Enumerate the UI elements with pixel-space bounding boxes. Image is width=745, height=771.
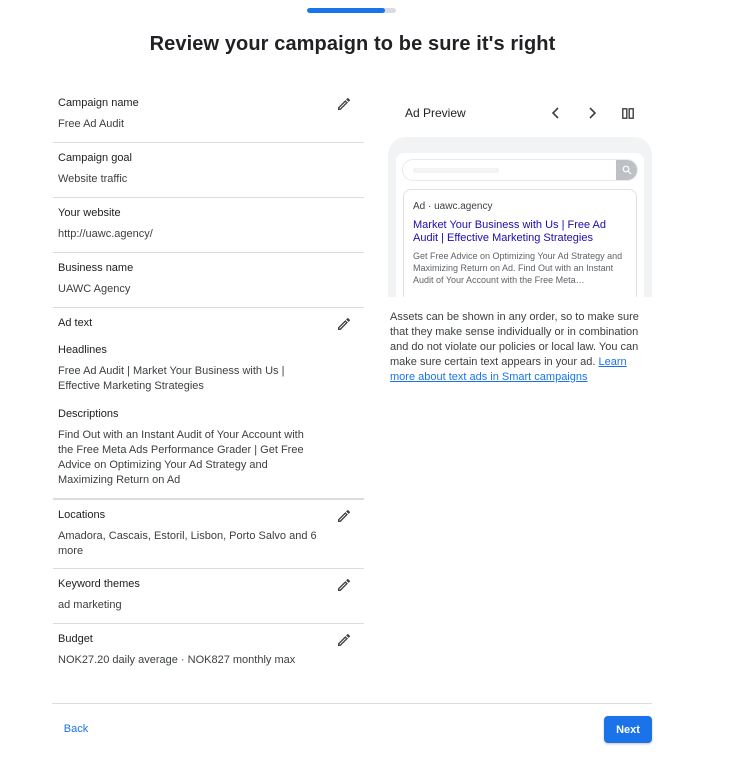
section-value: ad marketing [58, 599, 122, 611]
preview-note: Assets can be shown in any order, so to … [390, 310, 650, 385]
ad-meta: Ad · uawc.agency [413, 201, 493, 212]
section-label: Locations [58, 509, 106, 521]
progress-bar [307, 8, 396, 13]
edit-campaign-name-button[interactable] [336, 96, 352, 112]
section-website: Your website http://uawc.agency/ [53, 198, 364, 253]
ad-headline: Market Your Business with Us | Free Ad A… [413, 219, 606, 244]
section-label: Budget [58, 633, 93, 645]
pencil-icon [338, 578, 351, 591]
descriptions-label: Descriptions [58, 408, 119, 420]
phone-screen: Ad · uawc.agency Market Your Business wi… [396, 153, 644, 297]
next-button[interactable]: Next [604, 716, 652, 743]
headlines-label: Headlines [58, 344, 107, 356]
chevron-left-icon [551, 107, 559, 119]
section-value: Amadora, Cascais, Estoril, Lisbon, Porto… [58, 530, 317, 557]
pencil-icon [338, 317, 351, 330]
section-label: Campaign goal [58, 152, 132, 164]
pencil-icon [338, 97, 351, 110]
section-locations: Locations Amadora, Cascais, Estoril, Lis… [53, 500, 364, 569]
section-business-name: Business name UAWC Agency [53, 253, 364, 308]
section-campaign-name: Campaign name Free Ad Audit [53, 88, 364, 143]
ad-preview-panel: Ad Preview Ad · uawc.agency Market Your … [388, 96, 652, 383]
progress-fill [307, 8, 386, 13]
section-label: Campaign name [58, 97, 139, 109]
chevron-right-icon [589, 107, 597, 119]
section-label: Your website [58, 207, 121, 219]
search-icon [622, 165, 632, 175]
section-budget: Budget NOK27.20 daily average · NOK827 m… [53, 624, 364, 679]
section-label: Business name [58, 262, 134, 274]
section-value: http://uawc.agency/ [58, 228, 153, 240]
section-value: UAWC Agency [58, 283, 131, 295]
toggle-view-button[interactable] [619, 104, 637, 122]
ad-description: Get Free Advice on Optimizing Your Ad St… [413, 251, 623, 285]
section-keyword-themes: Keyword themes ad marketing [53, 569, 364, 624]
search-placeholder-bar [413, 168, 499, 173]
pencil-icon [338, 509, 351, 522]
mock-search-button [616, 160, 637, 180]
columns-view-icon [622, 107, 634, 119]
back-button[interactable]: Back [56, 716, 96, 742]
section-value: Free Ad Audit [58, 118, 125, 130]
edit-ad-text-button[interactable] [336, 316, 352, 332]
edit-keyword-themes-button[interactable] [336, 577, 352, 593]
headlines-value: Free Ad Audit | Market Your Business wit… [58, 365, 285, 392]
pencil-icon [338, 633, 351, 646]
footer-divider [52, 703, 652, 704]
section-label: Ad text [58, 317, 93, 329]
edit-budget-button[interactable] [336, 632, 352, 648]
section-value: NOK27.20 daily average · NOK827 monthly … [58, 654, 296, 666]
next-preview-button[interactable] [583, 104, 601, 122]
descriptions-value: Find Out with an Instant Audit of Your A… [58, 429, 304, 486]
ad-preview-card: Ad · uawc.agency Market Your Business wi… [403, 189, 637, 297]
section-ad-text: Ad text Headlines Free Ad Audit | Market… [53, 308, 364, 500]
phone-mockup: Ad · uawc.agency Market Your Business wi… [388, 137, 652, 297]
mock-search-bar [402, 159, 638, 181]
section-campaign-goal: Campaign goal Website traffic [53, 143, 364, 198]
section-value: Website traffic [58, 173, 128, 185]
ad-preview-title: Ad Preview [405, 106, 466, 120]
page-title: Review your campaign to be sure it's rig… [149, 33, 556, 55]
campaign-summary: Campaign name Free Ad Audit Campaign goa… [53, 88, 364, 679]
previous-preview-button[interactable] [547, 104, 565, 122]
ad-preview-header: Ad Preview [388, 96, 652, 130]
section-label: Keyword themes [58, 578, 140, 590]
edit-locations-button[interactable] [336, 508, 352, 524]
